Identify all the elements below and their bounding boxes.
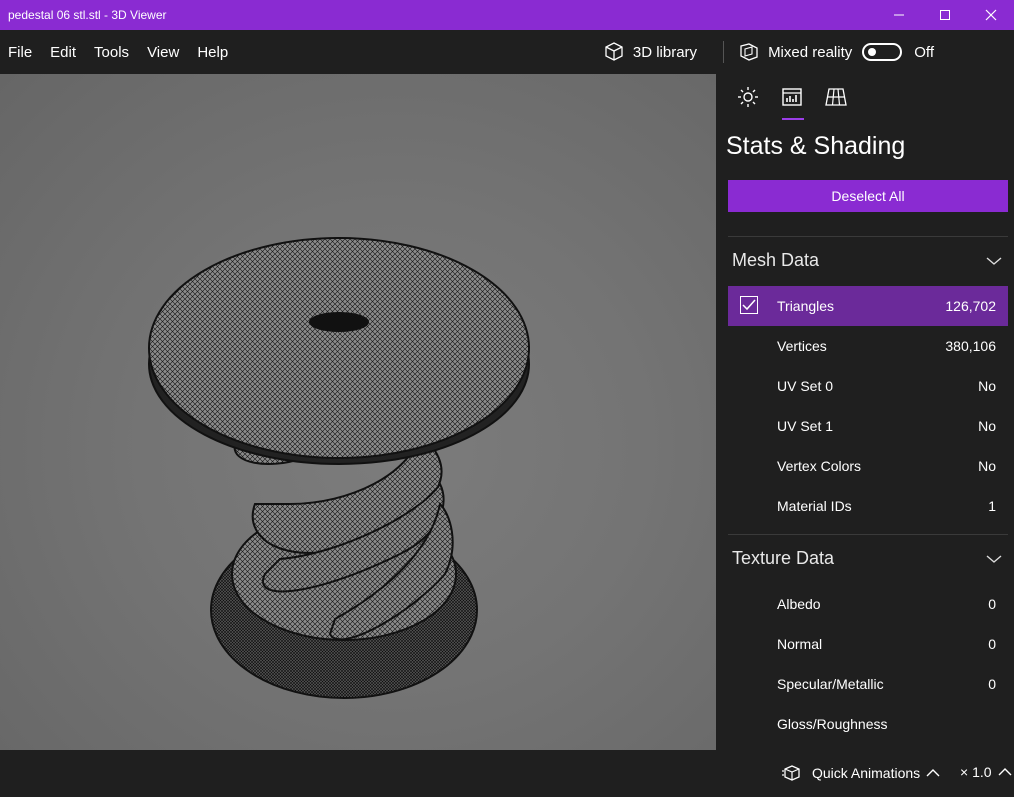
stat-value: 0 <box>988 596 996 612</box>
stat-row-vertices[interactable]: Vertices 380,106 <box>728 326 1008 366</box>
menu-file[interactable]: File <box>0 44 42 61</box>
minimize-icon <box>894 14 904 16</box>
chevron-up-icon <box>998 768 1012 776</box>
maximize-icon <box>940 10 950 20</box>
section-divider <box>728 534 1008 535</box>
chevron-up-icon <box>926 769 940 777</box>
triangles-checkbox[interactable] <box>740 296 758 314</box>
stat-value: 380,106 <box>945 338 996 354</box>
maximize-button[interactable] <box>922 0 968 30</box>
title-bar: pedestal 06 stl.stl - 3D Viewer <box>0 0 1014 30</box>
menu-help[interactable]: Help <box>187 44 238 61</box>
mixed-reality-toggle[interactable] <box>862 43 903 61</box>
stat-value: 1 <box>988 498 996 514</box>
3d-library-button[interactable]: 3D library <box>603 41 697 63</box>
stats-chart-icon <box>782 88 802 106</box>
toggle-knob <box>868 48 877 56</box>
3d-library-label: 3D library <box>632 43 698 61</box>
close-button[interactable] <box>968 0 1014 30</box>
stat-row-vertex-colors[interactable]: Vertex Colors No <box>728 446 1008 486</box>
sun-icon <box>738 87 758 107</box>
checkmark-icon <box>742 299 756 311</box>
quick-animations-button[interactable]: Quick Animations <box>782 764 940 782</box>
animation-speed-value: × 1.0 <box>960 764 992 780</box>
grid-icon <box>825 88 847 106</box>
stat-name: Triangles <box>777 298 835 314</box>
animation-cube-icon <box>782 765 800 781</box>
minimize-button[interactable] <box>876 0 922 30</box>
deselect-all-button[interactable]: Deselect All <box>728 180 1008 212</box>
chevron-down-icon <box>986 256 1002 265</box>
tab-stats[interactable] <box>770 86 814 120</box>
stat-row-material-ids[interactable]: Material IDs 1 <box>728 486 1008 526</box>
mixed-reality-button[interactable]: Mixed reality <box>738 41 852 63</box>
stat-row-albedo[interactable]: Albedo 0 <box>728 584 1008 624</box>
stat-name: Albedo <box>777 596 821 612</box>
stat-value: 0 <box>988 676 996 692</box>
menu-view[interactable]: View <box>137 44 189 61</box>
stat-value: No <box>978 418 996 434</box>
side-panel: Stats & Shading Deselect All Mesh Data T… <box>716 74 1014 750</box>
toolbar-right: 3D library Mixed reality Off <box>603 30 1014 74</box>
panel-tabs <box>726 86 858 120</box>
window-controls <box>876 0 1014 30</box>
stat-name: Material IDs <box>777 498 852 514</box>
stat-name: Vertices <box>777 338 827 354</box>
stat-row-normal[interactable]: Normal 0 <box>728 624 1008 664</box>
window-title: pedestal 06 stl.stl - 3D Viewer <box>8 8 167 22</box>
stat-row-uv-set-1[interactable]: UV Set 1 No <box>728 406 1008 446</box>
section-divider <box>728 236 1008 237</box>
animation-speed-button[interactable]: × 1.0 <box>960 764 1012 780</box>
pedestal-model <box>148 237 530 699</box>
stat-name: Gloss/Roughness <box>777 716 888 732</box>
panel-title: Stats & Shading <box>726 132 906 160</box>
toolbar-separator <box>723 41 725 63</box>
mixed-reality-icon <box>740 43 758 61</box>
mixed-reality-label: Mixed reality <box>768 43 853 61</box>
3d-viewport[interactable] <box>0 74 716 750</box>
stat-row-uv-set-0[interactable]: UV Set 0 No <box>728 366 1008 406</box>
menu-bar: File Edit Tools View Help 3D library Mix… <box>0 30 1014 74</box>
stat-row-gloss-roughness[interactable]: Gloss/Roughness <box>728 704 1008 744</box>
mesh-data-header[interactable]: Mesh Data <box>732 250 1002 271</box>
menu-tools[interactable]: Tools <box>84 44 139 61</box>
stat-name: Specular/Metallic <box>777 676 884 692</box>
quick-animations-label: Quick Animations <box>812 765 921 781</box>
stat-value: No <box>978 378 996 394</box>
mixed-reality-state: Off <box>914 43 934 61</box>
stat-value: No <box>978 458 996 474</box>
stat-value: 0 <box>988 636 996 652</box>
mesh-data-label: Mesh Data <box>732 250 820 270</box>
stat-name: Vertex Colors <box>777 458 862 474</box>
close-icon <box>985 9 997 21</box>
cube-icon <box>605 42 623 61</box>
chevron-down-icon <box>986 554 1002 563</box>
texture-data-label: Texture Data <box>732 548 835 568</box>
stat-row-specular-metallic[interactable]: Specular/Metallic 0 <box>728 664 1008 704</box>
stat-row-triangles[interactable]: Triangles 126,702 <box>728 286 1008 326</box>
stat-name: UV Set 0 <box>777 378 834 394</box>
stat-name: UV Set 1 <box>777 418 834 434</box>
texture-data-header[interactable]: Texture Data <box>732 548 1002 569</box>
status-bar: Quick Animations × 1.0 <box>0 750 1014 797</box>
tab-grid[interactable] <box>814 86 858 120</box>
stat-value: 126,702 <box>945 298 996 314</box>
menu-edit[interactable]: Edit <box>40 44 86 61</box>
stat-name: Normal <box>777 636 823 652</box>
tab-lighting[interactable] <box>726 86 770 120</box>
